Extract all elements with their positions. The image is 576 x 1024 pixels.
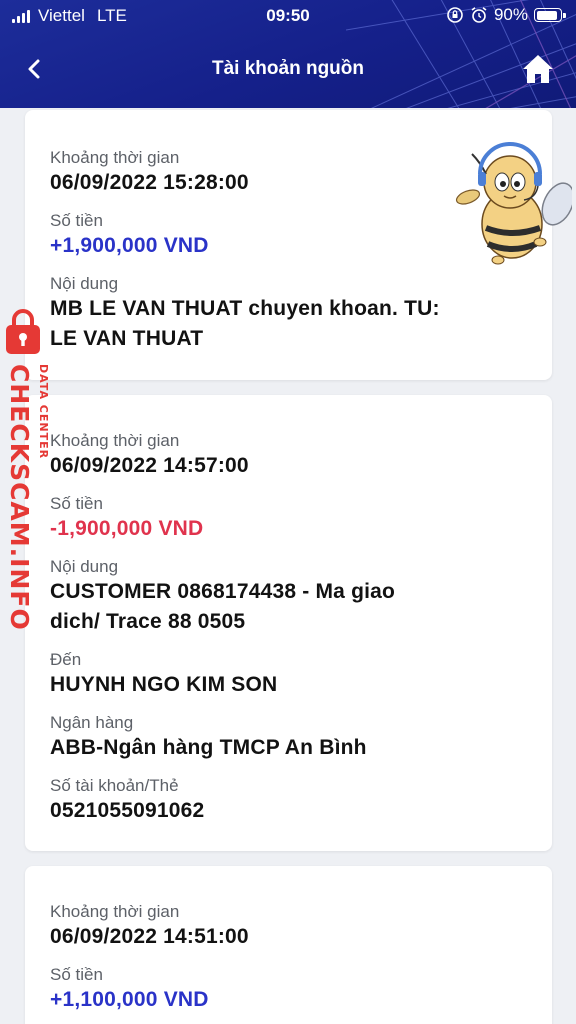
- recipient-value: HUYNH NGO KIM SON: [50, 673, 278, 696]
- account-label: Số tài khoản/Thẻ: [50, 776, 179, 795]
- recipient-label: Đến: [50, 650, 82, 669]
- watermark-lock-icon: [6, 309, 40, 354]
- amount-label: Số tiền: [50, 965, 103, 984]
- battery-percent: 90%: [493, 5, 528, 24]
- bank-value: ABB-Ngân hàng TMCP An Bình: [50, 736, 367, 759]
- time-label: Khoảng thời gian: [50, 902, 180, 921]
- content-label: Nội dung: [50, 557, 119, 576]
- content-value-line2: LE VAN THUAT: [50, 327, 204, 350]
- amount-field: Số tiền -1,900,000 VND: [50, 494, 203, 544]
- orientation-lock-icon: [447, 7, 463, 23]
- time-field: Khoảng thời gian 06/09/2022 15:28:00: [50, 148, 249, 198]
- bank-label: Ngân hàng: [50, 713, 134, 732]
- battery-fill: [536, 10, 558, 20]
- time-value: 06/09/2022 14:51:00: [50, 925, 249, 948]
- amount-value: -1,900,000 VND: [50, 517, 204, 540]
- amount-value: +1,900,000 VND: [50, 234, 209, 257]
- content-field: Nội dung CUSTOMER 0868174438 - Ma giao d…: [50, 557, 395, 637]
- time-field: Khoảng thời gian 06/09/2022 14:57:00: [50, 431, 249, 481]
- account-value: 0521055091062: [50, 799, 205, 822]
- content-value-line2: dich/ Trace 88 0505: [50, 610, 246, 633]
- amount-field: Số tiền +1,100,000 VND: [50, 965, 209, 1015]
- watermark-subtext: DATA CENTER: [37, 364, 50, 460]
- account-field: Số tài khoản/Thẻ 0521055091062: [50, 776, 204, 826]
- amount-label: Số tiền: [50, 211, 103, 230]
- recipient-field: Đến HUYNH NGO KIM SON: [50, 650, 277, 700]
- content-value-line1: CUSTOMER 0868174438 - Ma giao: [50, 580, 396, 603]
- nav-bar: Tài khoản nguồn: [0, 40, 576, 100]
- amount-field: Số tiền +1,900,000 VND: [50, 211, 209, 261]
- time-label: Khoảng thời gian: [50, 431, 180, 450]
- time-field: Khoảng thời gian 06/09/2022 14:51:00: [50, 902, 249, 952]
- status-right: 90%: [446, 5, 566, 25]
- home-button[interactable]: [520, 52, 556, 86]
- content-label: Nội dung: [50, 274, 119, 293]
- alarm-icon: [471, 7, 487, 23]
- app-header: Viettel LTE 09:50 90% Tài khoản nguồn: [0, 0, 576, 108]
- bee-mascot-icon: [455, 142, 572, 265]
- content-value-line1: MB LE VAN THUAT chuyen khoan. TU:: [50, 297, 440, 320]
- transaction-card[interactable]: Khoảng thời gian 06/09/2022 14:51:00 Số …: [25, 866, 552, 1024]
- watermark-text: CHECKSCAM.INFO: [5, 364, 34, 631]
- battery-icon: [534, 8, 566, 22]
- transaction-card[interactable]: Khoảng thời gian 06/09/2022 14:57:00 Số …: [25, 395, 552, 851]
- time-value: 06/09/2022 14:57:00: [50, 454, 249, 477]
- time-label: Khoảng thời gian: [50, 148, 180, 167]
- page-title: Tài khoản nguồn: [212, 58, 364, 79]
- amount-value: +1,100,000 VND: [50, 988, 209, 1011]
- content-field: Nội dung MB LE VAN THUAT chuyen khoan. T…: [50, 274, 440, 354]
- status-bar: Viettel LTE 09:50 90%: [0, 0, 576, 34]
- amount-label: Số tiền: [50, 494, 103, 513]
- time-value: 06/09/2022 15:28:00: [50, 171, 249, 194]
- bank-field: Ngân hàng ABB-Ngân hàng TMCP An Bình: [50, 713, 367, 763]
